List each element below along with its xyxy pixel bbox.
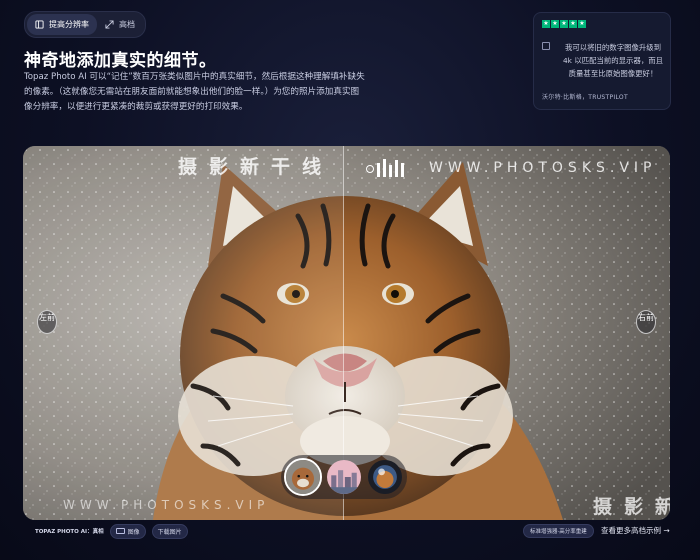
more-examples-link[interactable]: 查看更多高档示例 → bbox=[601, 525, 670, 536]
page-headline: 神奇地添加真实的细节。 bbox=[24, 51, 217, 71]
review-quote: 我可以将旧的数字图像升级到 4k 以匹配当前的显示器，而且质量甚至比原始图像更好… bbox=[562, 43, 664, 78]
star-icon: ★ bbox=[542, 20, 550, 28]
star-icon: ★ bbox=[560, 20, 568, 28]
tab-high-grade-label: 高档 bbox=[119, 20, 135, 29]
image-icon bbox=[115, 528, 125, 534]
panel-icon bbox=[35, 20, 44, 29]
download-image-button[interactable]: 下载图片 bbox=[151, 523, 188, 539]
watermark-text-bottom: 摄影新 bbox=[593, 496, 670, 518]
tab-high-grade[interactable]: 高档 bbox=[97, 14, 143, 35]
thumbnail-city[interactable] bbox=[325, 458, 363, 496]
feature-description: Topaz Photo AI 可以“记住”数百万张类似图片中的真实细节，然后根据… bbox=[24, 72, 365, 112]
before-label: 左前 bbox=[37, 310, 57, 334]
model-badge: 标准增强器·高分率重建 bbox=[523, 524, 594, 538]
tiger-thumbnail-icon bbox=[286, 460, 320, 494]
star-icon: ★ bbox=[569, 20, 577, 28]
expand-arrows-icon bbox=[105, 20, 114, 29]
sample-thumbnails bbox=[281, 455, 407, 499]
mode-tabs: 提高分辨率 高档 bbox=[24, 11, 146, 38]
watermark-logo-icon bbox=[366, 159, 404, 177]
viewer-bottom-bar: TOPAZ PHOTO AI：真相 图像 下载图片 标准增强器·高分率重建 查看… bbox=[23, 520, 670, 542]
image-label: 图像 bbox=[127, 528, 140, 536]
star-rating: ★ ★ ★ ★ ★ bbox=[542, 20, 662, 28]
product-brand: TOPAZ PHOTO AI：真相 bbox=[35, 529, 104, 535]
image-pill[interactable]: 图像 bbox=[109, 523, 146, 539]
city-thumbnail-icon bbox=[327, 460, 361, 494]
after-label: 右前 bbox=[636, 310, 656, 334]
thumbnail-orb[interactable] bbox=[366, 458, 404, 496]
review-author: 沃尔特·比斯格，TRUSTPILOT bbox=[542, 94, 628, 101]
tab-upscale-label: 提高分辨率 bbox=[49, 20, 89, 29]
star-icon: ★ bbox=[551, 20, 559, 28]
watermark-url: WWW.PHOTOSKS.VIP bbox=[429, 160, 657, 176]
review-card: ★ ★ ★ ★ ★ 我可以将旧的数字图像升级到 4k 以匹配当前的显示器，而且质… bbox=[533, 12, 671, 110]
watermark-url-bottom: WWW.PHOTOSKS.VIP bbox=[63, 498, 270, 512]
orb-thumbnail-icon bbox=[368, 460, 402, 494]
star-icon: ★ bbox=[578, 20, 586, 28]
watermark-text: 摄影新干线 bbox=[178, 156, 334, 178]
quote-icon bbox=[542, 42, 550, 50]
thumbnail-tiger[interactable] bbox=[284, 458, 322, 496]
tab-upscale-resolution[interactable]: 提高分辨率 bbox=[27, 14, 97, 35]
before-after-viewer[interactable]: 摄影新干线 WWW.PHOTOSKS.VIP WWW.PHOTOSKS.VIP … bbox=[23, 146, 670, 520]
download-label: 下载图片 bbox=[157, 528, 182, 536]
